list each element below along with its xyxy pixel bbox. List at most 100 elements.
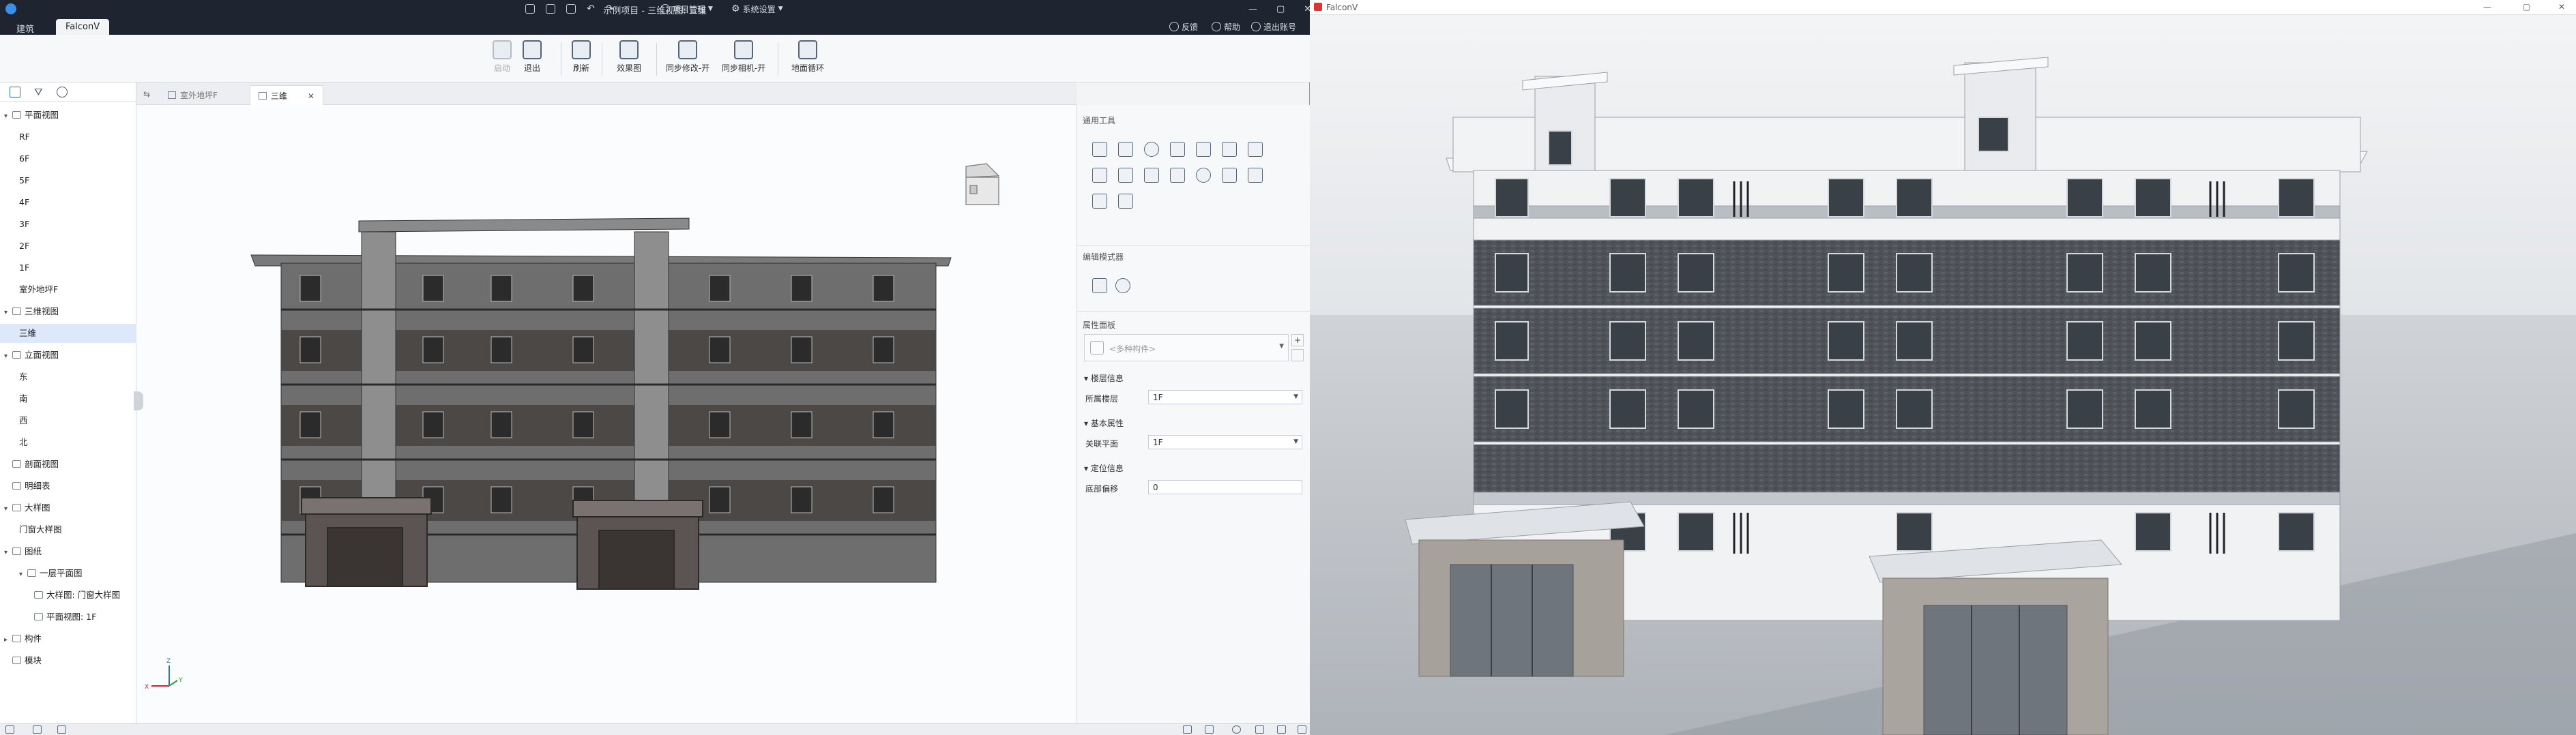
open-icon[interactable] [525, 4, 535, 14]
chevron-down-icon[interactable]: ▾ [4, 303, 12, 322]
tree-node[interactable]: 西 [0, 411, 136, 430]
property-group-header[interactable]: ▾ 楼层信息 [1084, 372, 1124, 384]
tree-node[interactable]: 2F [0, 237, 136, 256]
trim-icon[interactable] [1092, 168, 1107, 183]
group-icon[interactable] [1248, 142, 1263, 157]
sync-camera-button[interactable]: 同步相机-开 [716, 40, 771, 80]
tree-node[interactable]: 明细表 [0, 477, 136, 496]
minimize-button[interactable]: — [1248, 4, 1257, 14]
render-viewport[interactable] [1310, 15, 2576, 735]
help-button[interactable]: 帮助 [1212, 20, 1240, 33]
tree-node[interactable]: 3F [0, 215, 136, 234]
flip-icon[interactable] [1222, 168, 1237, 183]
property-select[interactable]: 1F ▼ [1148, 435, 1302, 449]
tree-node[interactable]: 室外地坪F [0, 280, 136, 299]
redo-icon[interactable]: ↷ [606, 3, 614, 14]
property-select[interactable]: 1F ▼ [1148, 390, 1302, 404]
save-icon[interactable] [546, 4, 555, 14]
extend-icon[interactable] [1170, 168, 1185, 183]
close-button[interactable]: ✕ [2558, 2, 2565, 12]
chevron-down-icon[interactable]: ▾ [4, 500, 12, 519]
tree-node[interactable]: RF [0, 127, 136, 147]
tree-node[interactable]: ▾ 立面视图 [0, 346, 136, 365]
measure-icon[interactable] [1092, 194, 1107, 209]
chevron-down-icon[interactable]: ▾ [19, 565, 27, 584]
tree-node[interactable]: 平面视图: 1F [0, 608, 136, 627]
tab-falconv[interactable]: FalconV [56, 19, 110, 35]
locate-icon[interactable] [56, 86, 68, 97]
display-icon[interactable] [1277, 725, 1286, 734]
project-manage-menu[interactable]: 项目管理 ▼ [660, 3, 713, 15]
3d-viewport[interactable]: Z X Y [134, 105, 1077, 723]
filter-select-icon[interactable] [1092, 278, 1107, 293]
tree-node[interactable]: ▸ 构件 [0, 629, 136, 648]
capture-icon[interactable] [1255, 725, 1264, 734]
undo-icon[interactable]: ↶ [587, 3, 595, 14]
tree-node[interactable]: 南 [0, 389, 136, 408]
tree-node[interactable]: 北 [0, 433, 136, 452]
tree-node[interactable]: 剖面视图 [0, 455, 136, 474]
align-icon[interactable] [1196, 142, 1211, 157]
tree-node[interactable]: 三维 [0, 324, 136, 343]
render-button[interactable]: 效果图 [604, 40, 654, 80]
copy-icon[interactable] [1118, 142, 1133, 157]
move-icon[interactable] [1092, 142, 1107, 157]
add-type-button[interactable]: + [1291, 334, 1304, 346]
ruler-icon[interactable] [1118, 194, 1133, 209]
save-as-icon[interactable] [566, 4, 576, 14]
tree-node[interactable]: ▾ 一层平面图 [0, 564, 136, 583]
element-type-selector[interactable]: <多种构件> ▼ [1084, 334, 1289, 361]
array-icon[interactable] [1222, 142, 1237, 157]
chevron-right-icon[interactable]: ▸ [4, 631, 12, 650]
close-tab-icon[interactable]: ✕ [308, 91, 314, 101]
grid-icon[interactable] [5, 725, 14, 734]
chevron-down-icon[interactable]: ▾ [4, 107, 12, 126]
logout-button[interactable]: 退出账号 [1251, 20, 1296, 33]
tree-node[interactable]: 1F [0, 258, 136, 278]
tree-node[interactable]: 东 [0, 368, 136, 387]
tab-3d-view[interactable]: 三维 ✕ [250, 85, 323, 105]
tree-node[interactable]: 大样图: 门窗大样图 [0, 586, 136, 605]
crop-icon[interactable] [1205, 725, 1214, 734]
tiles-icon[interactable] [57, 725, 66, 734]
tree-node[interactable]: ▾ 图纸 [0, 542, 136, 561]
tree-node[interactable]: 4F [0, 193, 136, 212]
tree-node[interactable]: 6F [0, 149, 136, 168]
fullscreen-icon[interactable] [1298, 725, 1306, 734]
rotate-icon[interactable] [1144, 142, 1159, 157]
property-input[interactable]: 0 [1148, 480, 1302, 494]
tab-outdoor-floor[interactable]: 室外地坪F [160, 85, 226, 105]
list-icon[interactable] [1183, 725, 1192, 734]
tree-node[interactable]: ▾ 三维视图 [0, 302, 136, 321]
chevron-down-icon[interactable]: ▾ [4, 347, 12, 366]
tab-architecture[interactable]: 建筑 [7, 19, 44, 35]
delete-icon[interactable] [1248, 168, 1263, 183]
system-settings-menu[interactable]: ⚙ 系统设置 ▼ [731, 3, 783, 15]
tree-node[interactable]: 5F [0, 171, 136, 190]
minimize-button[interactable]: — [2483, 2, 2491, 12]
offset-icon[interactable] [1144, 168, 1159, 183]
select-settings-icon[interactable] [1115, 278, 1130, 293]
back-icon[interactable]: ⇆ [143, 89, 150, 99]
tree-node[interactable]: 模块 [0, 651, 136, 670]
property-group-header[interactable]: ▾ 基本属性 [1084, 417, 1124, 429]
view-tree-icon[interactable] [10, 86, 20, 97]
maximize-button[interactable]: ▢ [1276, 4, 1285, 14]
visibility-icon[interactable] [1232, 725, 1241, 734]
refresh-button[interactable]: 刷新 [557, 40, 606, 80]
filter-icon[interactable]: ⛛ [34, 86, 43, 98]
feedback-button[interactable]: 反馈 [1169, 20, 1198, 33]
edit-type-button[interactable] [1291, 349, 1304, 361]
split-icon[interactable] [1118, 168, 1133, 183]
property-group-header[interactable]: ▾ 定位信息 [1084, 462, 1124, 474]
maximize-button[interactable]: ▢ [2523, 2, 2530, 12]
sync-edit-button[interactable]: 同步修改-开 [660, 40, 715, 80]
exit-button[interactable]: 退出 [508, 40, 557, 80]
chevron-down-icon[interactable]: ▾ [4, 543, 12, 562]
tree-node[interactable]: 门窗大样图 [0, 520, 136, 539]
ground-loop-button[interactable]: 地面循环 [783, 40, 832, 80]
layout-icon[interactable] [33, 725, 42, 734]
settings-icon[interactable] [1196, 168, 1211, 183]
tree-node[interactable]: ▾ 平面视图 [0, 106, 136, 125]
tree-node[interactable]: ▾ 大样图 [0, 498, 136, 518]
